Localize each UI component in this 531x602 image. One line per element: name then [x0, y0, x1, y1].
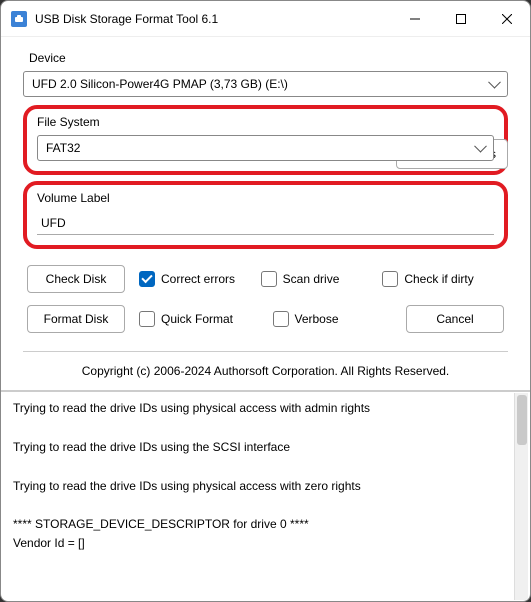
device-label: Device [23, 51, 508, 65]
verbose-wrap[interactable]: Verbose [273, 311, 407, 327]
volume-label-input[interactable] [37, 211, 494, 235]
device-select-value: UFD 2.0 Silicon-Power4G PMAP (3,73 GB) (… [32, 77, 288, 91]
correct-errors-checkbox[interactable] [139, 271, 155, 287]
verbose-checkbox[interactable] [273, 311, 289, 327]
quick-format-label: Quick Format [161, 312, 233, 326]
check-if-dirty-label: Check if dirty [404, 272, 473, 286]
log-output[interactable]: Trying to read the drive IDs using physi… [1, 390, 530, 601]
copyright-text: Copyright (c) 2006-2024 Authorsoft Corpo… [23, 360, 508, 390]
window-title: USB Disk Storage Format Tool 6.1 [35, 12, 392, 26]
check-disk-button[interactable]: Check Disk [27, 265, 125, 293]
scan-drive-checkbox[interactable] [261, 271, 277, 287]
app-icon [11, 11, 27, 27]
check-if-dirty-checkbox[interactable] [382, 271, 398, 287]
cancel-button[interactable]: Cancel [406, 305, 504, 333]
file-system-select-value: FAT32 [46, 141, 80, 155]
file-system-label: File System [37, 115, 494, 129]
volume-label-label: Volume Label [37, 191, 494, 205]
volume-label-highlight: Volume Label [23, 181, 508, 249]
verbose-label: Verbose [295, 312, 339, 326]
log-line: Vendor Id = [] [13, 535, 518, 552]
format-row: Format Disk Quick Format Verbose Cancel [23, 305, 508, 333]
log-scrollbar-thumb[interactable] [517, 395, 527, 445]
log-line: Trying to read the drive IDs using physi… [13, 478, 518, 495]
app-window: USB Disk Storage Format Tool 6.1 Device … [0, 0, 531, 602]
log-line: Trying to read the drive IDs using physi… [13, 400, 518, 417]
main-form: Device UFD 2.0 Silicon-Power4G PMAP (3,7… [1, 37, 530, 390]
check-row: Check Disk Correct errors Scan drive Che… [23, 265, 508, 293]
quick-format-wrap[interactable]: Quick Format [139, 311, 273, 327]
divider [23, 351, 508, 352]
scan-drive-label: Scan drive [283, 272, 340, 286]
check-if-dirty-wrap[interactable]: Check if dirty [382, 271, 504, 287]
format-disk-button[interactable]: Format Disk [27, 305, 125, 333]
log-line: Trying to read the drive IDs using the S… [13, 439, 518, 456]
device-select[interactable]: UFD 2.0 Silicon-Power4G PMAP (3,73 GB) (… [23, 71, 508, 97]
close-button[interactable] [484, 1, 530, 36]
correct-errors-label: Correct errors [161, 272, 235, 286]
maximize-button[interactable] [438, 1, 484, 36]
correct-errors-wrap[interactable]: Correct errors [139, 271, 261, 287]
file-system-select[interactable]: FAT32 [37, 135, 494, 161]
quick-format-checkbox[interactable] [139, 311, 155, 327]
titlebar: USB Disk Storage Format Tool 6.1 [1, 1, 530, 37]
scan-drive-wrap[interactable]: Scan drive [261, 271, 383, 287]
minimize-button[interactable] [392, 1, 438, 36]
log-line: **** STORAGE_DEVICE_DESCRIPTOR for drive… [13, 516, 518, 533]
window-controls [392, 1, 530, 36]
device-group: Device UFD 2.0 Silicon-Power4G PMAP (3,7… [23, 51, 508, 97]
log-scrollbar[interactable] [514, 393, 528, 600]
